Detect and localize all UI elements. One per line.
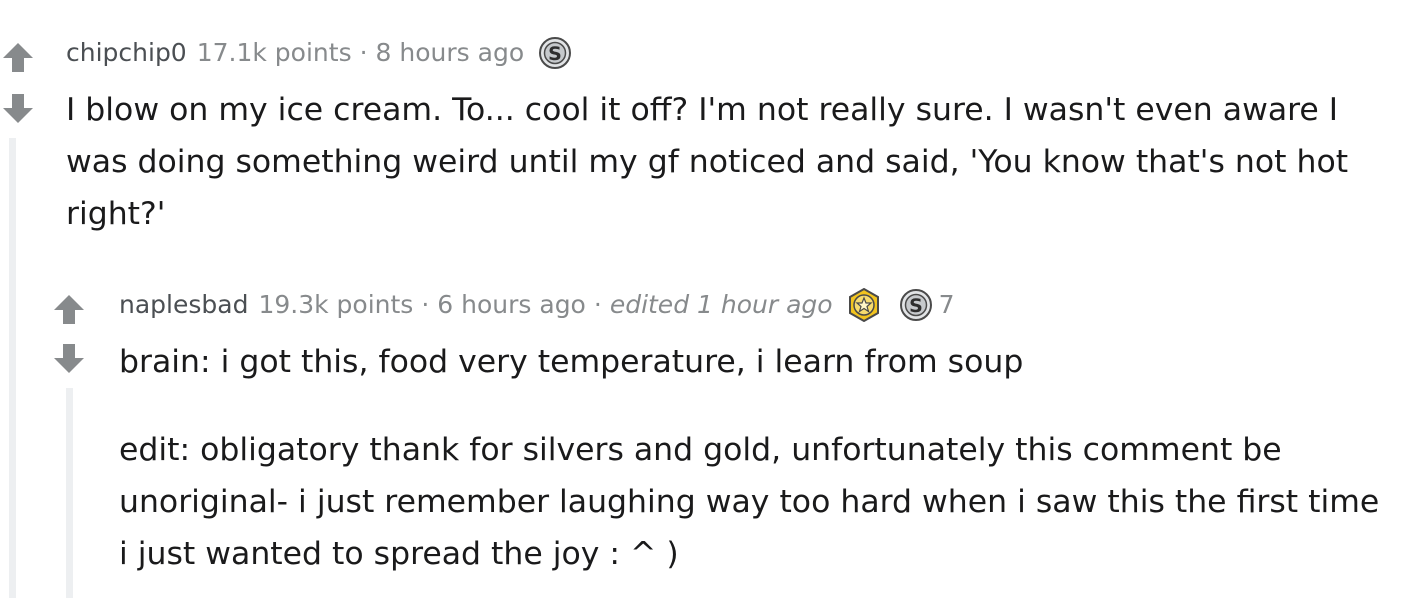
vote-controls	[51, 288, 87, 388]
comment-paragraph: edit: obligatory thank for silvers and g…	[119, 432, 1380, 572]
comment-body: brain: i got this, food very temperature…	[119, 336, 1389, 580]
svg-text:S: S	[909, 295, 923, 317]
silver-award-icon[interactable]: S	[899, 288, 933, 322]
comment-author[interactable]: naplesbad	[119, 288, 248, 322]
gold-award-icon[interactable]	[847, 288, 881, 322]
comment-paragraph: brain: i got this, food very temperature…	[119, 344, 1024, 380]
comment-timestamp[interactable]: 6 hours ago	[437, 288, 586, 322]
award-count: 7	[938, 290, 955, 319]
thread-collapse-line[interactable]	[66, 388, 73, 598]
edited-label: edited 1 hour ago	[609, 290, 833, 319]
reply-comment: naplesbad 19.3k points · 6 hours ago · e…	[0, 0, 1416, 598]
comment-points: 19.3k points	[258, 290, 414, 319]
comment-meta: naplesbad 19.3k points · 6 hours ago · e…	[119, 288, 954, 322]
meta-separator: ·	[421, 290, 430, 319]
downvote-arrow-icon[interactable]	[51, 342, 87, 376]
meta-separator: ·	[593, 290, 602, 319]
upvote-arrow-icon[interactable]	[51, 292, 87, 326]
